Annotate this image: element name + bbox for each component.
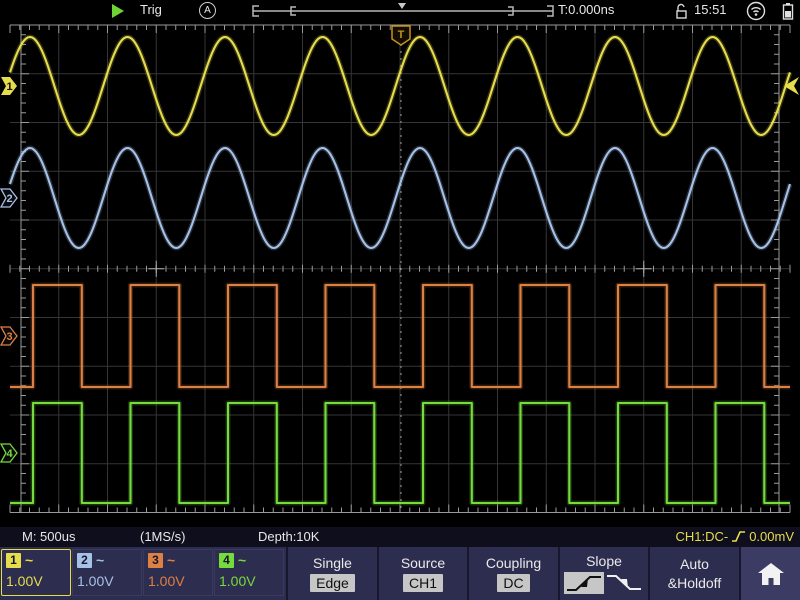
holdoff-label: &Holdoff xyxy=(668,575,721,591)
edge-value: Edge xyxy=(310,574,355,592)
oscilloscope-screen: Trig A T:0.000ns 15:51 xyxy=(0,0,800,600)
svg-text:2: 2 xyxy=(6,193,12,205)
rising-edge-icon xyxy=(731,530,746,543)
channel-1-badge: 1 xyxy=(6,553,21,568)
auto-label: Auto xyxy=(680,556,709,572)
trigger-source-coupling: CH1:DC- xyxy=(675,529,728,544)
source-value: CH1 xyxy=(403,574,443,592)
channel-1-box[interactable]: 1 ~ 1.00V xyxy=(1,549,71,596)
svg-text:1: 1 xyxy=(6,81,12,93)
single-label: Single xyxy=(313,555,352,571)
softkey-menu-bar: 1 ~ 1.00V 2 ~ 1.00V 3 ~ 1.00V 4 ~ 1.00 xyxy=(0,547,800,600)
channel-1-scale: 1.00V xyxy=(6,573,70,589)
memory-depth-readout: Depth:10K xyxy=(258,529,319,544)
channel-2-level-marker[interactable]: 2 xyxy=(1,189,17,207)
channel-3-box[interactable]: 3 ~ 1.00V xyxy=(143,549,213,596)
source-label: Source xyxy=(401,555,445,571)
svg-text:T: T xyxy=(398,29,405,41)
waveform-display: T 1 2 3 4 xyxy=(0,0,800,527)
trigger-t-marker[interactable]: T xyxy=(392,26,410,45)
rising-slope-icon[interactable] xyxy=(564,572,604,594)
coupling-label: Coupling xyxy=(486,555,541,571)
channel-4-level-marker[interactable]: 4 xyxy=(1,444,17,462)
trigger-mode-button[interactable]: Single Edge xyxy=(286,547,377,600)
channel-2-box[interactable]: 2 ~ 1.00V xyxy=(72,549,142,596)
channel-3-badge: 3 xyxy=(148,553,163,568)
trigger-coupling-button[interactable]: Coupling DC xyxy=(467,547,558,600)
trigger-source-button[interactable]: Source CH1 xyxy=(377,547,467,600)
trigger-level-readout: 0.00mV xyxy=(749,529,794,544)
channel-3-coupling: ~ xyxy=(167,552,175,568)
acquisition-status-bar: M: 500us (1MS/s) Depth:10K CH1:DC- 0.00m… xyxy=(0,527,800,547)
slope-label: Slope xyxy=(586,553,622,569)
channel-4-badge: 4 xyxy=(219,553,234,568)
channel-2-scale: 1.00V xyxy=(77,573,141,589)
timebase-readout: M: 500us xyxy=(22,529,75,544)
channel-3-scale: 1.00V xyxy=(148,573,212,589)
home-icon xyxy=(757,561,785,587)
channel-3-level-marker[interactable]: 3 xyxy=(1,327,17,345)
sample-rate-readout: (1MS/s) xyxy=(140,529,186,544)
channel-4-box[interactable]: 4 ~ 1.00V xyxy=(214,549,284,596)
svg-text:3: 3 xyxy=(6,331,12,343)
trigger-slope-button[interactable]: Slope xyxy=(558,547,648,600)
channel-4-coupling: ~ xyxy=(238,552,246,568)
falling-slope-icon[interactable] xyxy=(604,572,644,594)
channel-1-level-marker[interactable]: 1 xyxy=(1,77,17,95)
channel-2-coupling: ~ xyxy=(96,552,104,568)
auto-holdoff-button[interactable]: Auto &Holdoff xyxy=(648,547,739,600)
svg-text:4: 4 xyxy=(6,448,13,460)
channel-2-badge: 2 xyxy=(77,553,92,568)
channel-4-scale: 1.00V xyxy=(219,573,283,589)
axis-cross-mark xyxy=(636,261,652,277)
home-button[interactable] xyxy=(739,547,800,600)
channel-1-coupling: ~ xyxy=(25,552,33,568)
axis-cross-mark xyxy=(148,261,164,277)
coupling-value: DC xyxy=(497,574,529,592)
trigger-status-readout: CH1:DC- 0.00mV xyxy=(675,529,794,544)
